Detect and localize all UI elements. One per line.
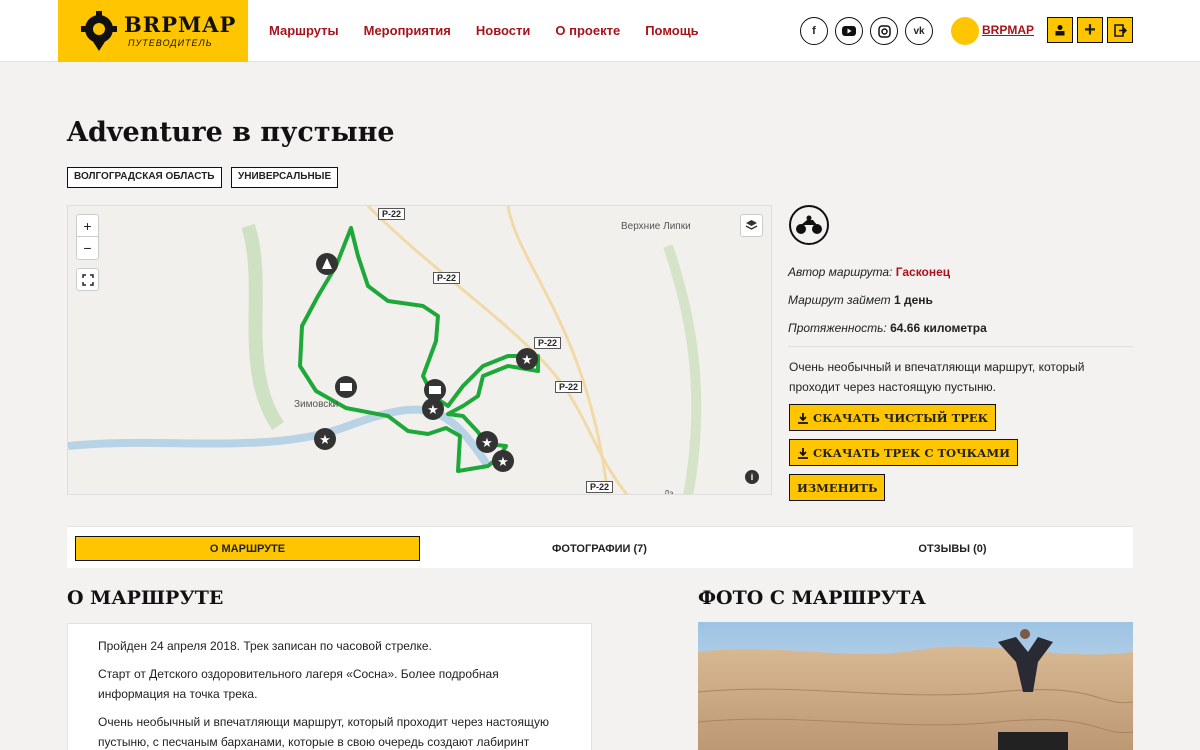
svg-text:★: ★ [319,432,331,447]
map-place-label: Дэ [664,489,674,495]
nav-routes[interactable]: Маршруты [269,23,339,38]
road-label: Р-22 [433,272,461,284]
marker-photo-1[interactable] [335,376,357,398]
logout-button[interactable] [1107,17,1133,43]
logo-gear-icon [81,11,117,51]
nav-help[interactable]: Помощь [645,23,698,38]
atv-icon [789,205,829,245]
logout-icon [1113,23,1127,37]
add-button[interactable]: + [1077,17,1103,43]
route-length: Протяженность: 64.66 километра [788,321,987,335]
marker-star-4[interactable]: ★ [476,431,498,453]
vk-icon[interactable]: vk [905,17,933,45]
author-label: Автор маршрута: [788,265,893,279]
marker-star-2[interactable]: ★ [516,348,538,370]
edit-button[interactable]: ИЗМЕНИТЬ [789,474,886,501]
zoom-out-button[interactable]: − [77,237,98,259]
svg-text:★: ★ [427,402,439,417]
download-clean-track-button[interactable]: СКАЧАТЬ ЧИСТЫЙ ТРЕК [789,404,997,431]
instagram-icon[interactable] [870,17,898,45]
marker-star-5[interactable]: ★ [492,450,514,472]
marker-star-3[interactable]: ★ [314,428,336,450]
marker-star-1[interactable]: ★ [422,398,444,420]
zoom-in-button[interactable]: + [77,215,98,237]
road-label: Р-22 [555,381,583,393]
logo[interactable]: BRPMAP ПУТЕВОДИТЕЛЬ [58,0,248,62]
download-track-with-points-button[interactable]: СКАЧАТЬ ТРЕК С ТОЧКАМИ [789,439,1018,466]
layers-icon [745,220,758,230]
about-paragraph: Старт от Детского оздоровительного лагер… [98,667,499,701]
download-icon [798,447,808,459]
tab-photos[interactable]: ФОТОГРАФИИ (7) [427,536,772,561]
photos-heading: ФОТО С МАРШРУТА [698,587,926,609]
nav-about[interactable]: О проекте [555,23,620,38]
road-label: Р-22 [534,337,562,349]
road-label: Р-22 [586,481,614,493]
about-paragraph: Очень необычный и впечатляющи маршрут, к… [98,715,549,749]
route-photo[interactable] [698,622,1133,750]
logo-subtitle: ПУТЕВОДИТЕЛЬ [128,38,213,48]
fullscreen-button[interactable] [76,268,99,291]
marker-photo-2[interactable] [424,379,446,401]
logo-text: BRPMAP [124,12,237,37]
nav-news[interactable]: Новости [476,23,531,38]
about-paragraph: Пройден 24 апреля 2018. Трек записан по … [98,639,432,653]
tab-reviews[interactable]: ОТЗЫВЫ (0) [780,536,1125,561]
duration-value: 1 день [893,293,933,307]
fullscreen-icon [81,273,94,286]
profile-button[interactable] [1047,17,1073,43]
route-summary: Очень необычный и впечатляющи маршрут, к… [789,360,1085,394]
top-navigation-bar: BRPMAP ПУТЕВОДИТЕЛЬ Маршруты Мероприятия… [0,0,1200,62]
layers-button[interactable] [740,214,763,237]
about-text: Пройден 24 апреля 2018. Трек записан по … [67,623,592,750]
tag-region[interactable]: ВОЛГОГРАДСКАЯ ОБЛАСТЬ [67,167,222,188]
length-label: Протяженность: [788,321,887,335]
tag-category[interactable]: УНИВЕРСАЛЬНЫЕ [231,167,339,188]
main-nav: Маршруты Мероприятия Новости О проекте П… [269,23,724,38]
route-author: Автор маршрута: Гасконец [788,265,950,279]
map-canvas: ★ ★ ★ ★ ★ [68,206,702,494]
avatar[interactable] [951,17,979,45]
youtube-icon[interactable] [835,17,863,45]
about-heading: О МАРШРУТЕ [67,587,224,609]
tab-about[interactable]: О МАРШРУТЕ [75,536,420,561]
map-place-label: Верхние Липки [621,221,691,232]
marker-camp[interactable] [316,253,338,275]
tab-bar: О МАРШРУТЕ ФОТОГРАФИИ (7) ОТЗЫВЫ (0) [67,526,1133,568]
facebook-icon[interactable]: f [800,17,828,45]
svg-text:★: ★ [497,454,509,469]
page-title: Adventure в пустыне [67,117,395,148]
length-value: 64.66 километра [890,321,987,335]
map-place-label: Зимовски [294,399,339,410]
nav-events[interactable]: Мероприятия [364,23,451,38]
user-name-link[interactable]: BRPMAP [982,23,1034,37]
user-icon [1055,25,1065,36]
zoom-control: + − [76,214,99,260]
duration-label: Маршрут займет [788,293,891,307]
route-duration: Маршрут займет 1 день [788,293,933,307]
info-icon[interactable]: i [745,470,759,484]
author-link[interactable]: Гасконец [896,265,950,279]
svg-text:★: ★ [521,352,533,367]
road-label: Р-22 [378,208,406,220]
svg-text:★: ★ [481,435,493,450]
route-map[interactable]: ★ ★ ★ ★ ★ Р-22 Р-22 Р-22 Р-22 Р-22 Верхн… [67,205,772,495]
download-icon [798,412,808,424]
divider [788,346,1133,347]
